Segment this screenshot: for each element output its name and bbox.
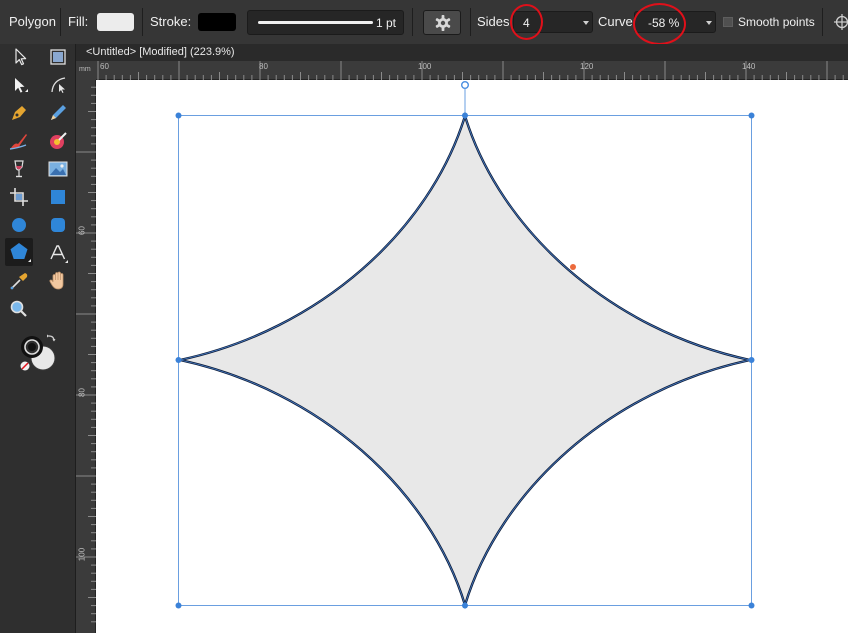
fill-stroke-swatch-icon	[20, 334, 56, 371]
corner-tool[interactable]	[45, 72, 71, 98]
horizontal-ruler[interactable]: 60 80 100 120 140	[96, 61, 848, 80]
ruler-label: 80	[77, 388, 87, 397]
ruler-label: 100	[418, 62, 432, 71]
color-picker-tool[interactable]	[6, 268, 32, 294]
snapping-icon[interactable]	[833, 14, 848, 30]
smooth-points-checkbox[interactable]	[723, 17, 733, 27]
resize-handle-top[interactable]	[462, 112, 468, 119]
ruler-unit-label: mm	[79, 66, 91, 73]
stroke-width-value: 1 pt	[376, 16, 397, 30]
ruler-label: 140	[742, 62, 756, 71]
text-tool[interactable]	[45, 240, 71, 266]
ruler-label: 60	[77, 226, 87, 235]
pen-tool-icon	[12, 106, 26, 120]
stroke-width-control[interactable]: 1 pt	[247, 10, 404, 35]
toolbar-divider	[412, 8, 413, 36]
star-polygon-shape[interactable]	[179, 111, 751, 610]
settings-button[interactable]	[423, 10, 461, 35]
resize-handle-left[interactable]	[175, 357, 182, 363]
toolbar-divider	[60, 8, 61, 36]
corner-tool-icon	[51, 77, 66, 93]
ellipse-tool-icon	[12, 218, 26, 232]
rectangle-tool[interactable]	[45, 184, 71, 210]
red-annotation-circle	[510, 4, 543, 40]
color-swatches[interactable]	[16, 332, 62, 376]
rectangle-tool-icon	[51, 190, 65, 204]
horizontal-ruler-ticks	[97, 61, 844, 80]
view-tool[interactable]	[45, 268, 71, 294]
resize-handle-top-left[interactable]	[175, 112, 182, 119]
fill-tool-icon	[50, 132, 67, 149]
ruler-label: 80	[259, 62, 268, 71]
pen-tool[interactable]	[6, 100, 32, 126]
resize-handle-bottom[interactable]	[462, 602, 468, 609]
curve-label: Curve:	[598, 14, 637, 29]
red-annotation-circle	[633, 3, 686, 45]
chevron-down-icon[interactable]	[583, 21, 589, 25]
toolbar-divider	[470, 8, 471, 36]
polygon-tool-icon	[10, 243, 31, 262]
ruler-label: 120	[580, 62, 594, 71]
place-image-tool[interactable]	[45, 156, 71, 182]
transparency-tool[interactable]	[6, 156, 32, 182]
place-image-tool-icon	[48, 161, 68, 177]
color-picker-tool-icon	[10, 273, 28, 290]
rounded-rectangle-tool[interactable]	[45, 212, 71, 238]
fill-color-swatch[interactable]	[97, 13, 134, 31]
resize-handle-right[interactable]	[748, 357, 755, 363]
rounded-rectangle-tool-icon	[51, 218, 65, 232]
toolbar-divider	[822, 8, 823, 36]
resize-handle-bottom-left[interactable]	[175, 602, 182, 609]
crop-tool[interactable]	[6, 184, 32, 210]
curve-handle[interactable]	[570, 264, 576, 270]
resize-handle-top-right[interactable]	[748, 112, 755, 119]
resize-handle-bottom-right[interactable]	[748, 602, 755, 609]
smooth-points-label: Smooth points	[738, 15, 815, 29]
crop-tool-icon	[10, 188, 28, 206]
ellipse-tool[interactable]	[6, 212, 32, 238]
document-title: <Untitled> [Modified] (223.9%)	[86, 46, 235, 58]
artboard-tool-icon	[50, 49, 66, 65]
context-toolbar: Polygon Fill: Stroke: 1 pt Sides: 4 Curv…	[0, 0, 848, 45]
stroke-width-slider[interactable]	[258, 21, 373, 24]
transparency-tool-icon	[14, 160, 24, 178]
vector-brush-tool[interactable]	[6, 128, 32, 154]
vector-brush-tool-icon	[9, 134, 27, 150]
document-canvas[interactable]	[96, 80, 848, 633]
pencil-tool[interactable]	[45, 100, 71, 126]
node-tool[interactable]	[6, 72, 32, 98]
move-tool-icon	[15, 48, 27, 66]
rotation-handle[interactable]	[461, 80, 470, 89]
stroke-color-swatch[interactable]	[198, 13, 236, 31]
pencil-tool-icon	[51, 105, 66, 120]
stroke-label: Stroke:	[150, 14, 192, 29]
vertical-ruler[interactable]: 60 80 100	[76, 80, 96, 633]
toolbar-divider	[142, 8, 143, 36]
document-tab[interactable]: <Untitled> [Modified] (223.9%)	[76, 44, 848, 61]
canvas-artwork	[175, 80, 755, 610]
chevron-down-icon[interactable]	[706, 21, 712, 25]
fill-tool[interactable]	[45, 128, 71, 154]
ruler-label: 100	[77, 547, 87, 562]
text-tool-icon	[50, 245, 68, 263]
tool-name-label: Polygon	[9, 14, 56, 29]
gear-icon	[435, 15, 451, 31]
hand-icon	[49, 271, 64, 290]
fill-label: Fill:	[68, 14, 89, 29]
artboard-tool[interactable]	[45, 44, 71, 70]
sides-label: Sides:	[477, 14, 514, 29]
node-tool-icon	[15, 78, 28, 93]
ruler-label: 60	[100, 62, 109, 71]
move-tool[interactable]	[6, 44, 32, 70]
zoom-tool[interactable]	[6, 296, 32, 322]
ruler-corner[interactable]: mm	[76, 61, 96, 80]
zoom-tool-icon	[10, 300, 27, 317]
polygon-tool[interactable]	[5, 238, 33, 266]
tools-panel	[0, 44, 76, 633]
